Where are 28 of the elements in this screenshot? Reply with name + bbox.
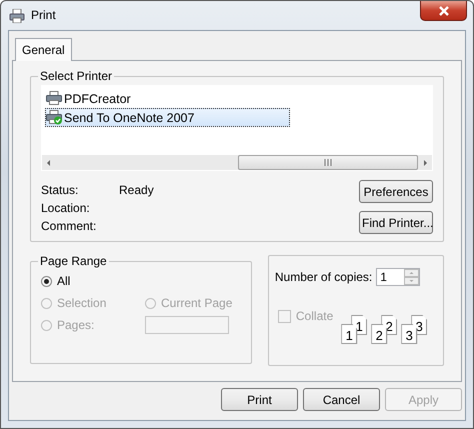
field-label: Status: [41, 183, 80, 197]
printer-item[interactable]: Send To OneNote 2007 [45, 108, 290, 127]
group-title: Page Range [39, 254, 108, 268]
spin-down-icon[interactable] [404, 277, 420, 285]
spin-up-icon[interactable] [404, 269, 420, 277]
field-label: Number of copies: [274, 270, 372, 284]
group-title: Select Printer [39, 69, 114, 83]
copies-spinner[interactable]: 1 [376, 268, 420, 286]
window-title: Print [31, 8, 56, 22]
dialog-button[interactable]: Find Printer... [359, 211, 433, 234]
printer-icon [9, 9, 25, 23]
page-icon: 2 [371, 324, 388, 344]
printer-item[interactable]: PDFCreator [45, 89, 135, 108]
close-icon [438, 6, 450, 16]
scrollbar-thumb[interactable] [238, 155, 418, 170]
page-icon: 1 [341, 324, 358, 344]
page-icon: 3 [401, 324, 418, 344]
dialog-button[interactable]: Cancel [303, 388, 380, 411]
close-button[interactable] [420, 1, 467, 21]
dialog-button[interactable]: Preferences [359, 180, 433, 203]
dialog-button[interactable]: Print [221, 388, 298, 411]
tab[interactable]: General [15, 38, 72, 61]
printer-list[interactable]: PDFCreator Send To OneNote 2007 [41, 85, 433, 171]
radio-button[interactable] [41, 276, 52, 286]
field-value: Ready [119, 183, 154, 197]
field-label: Location: [41, 201, 91, 215]
radio-option[interactable]: All [41, 274, 145, 288]
field-label: Comment: [41, 219, 98, 233]
